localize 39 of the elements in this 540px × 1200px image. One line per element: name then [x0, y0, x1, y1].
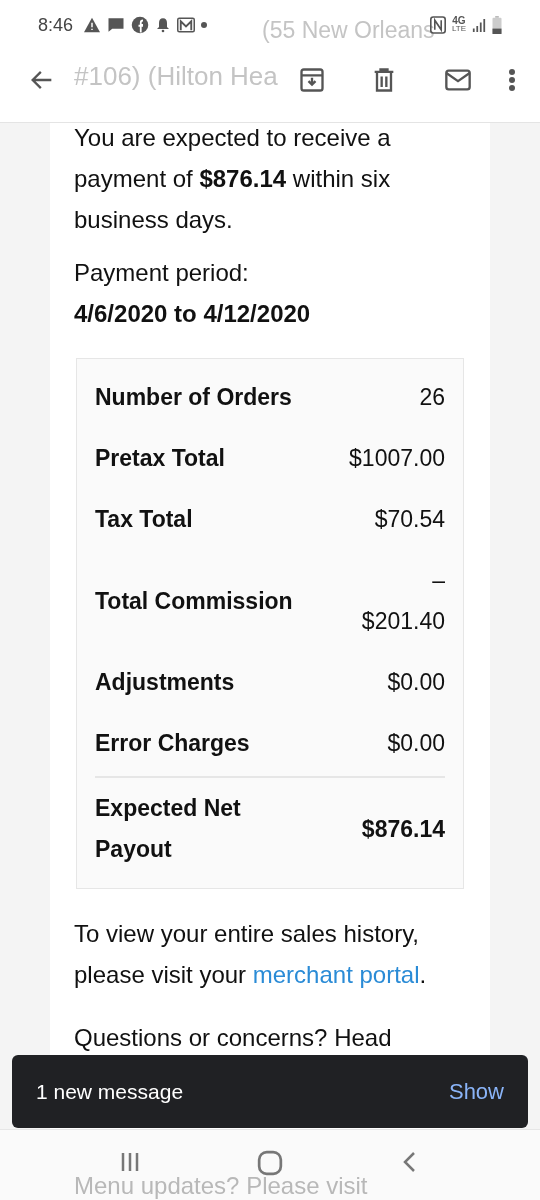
- row-value: $1007.00: [349, 444, 445, 473]
- row-value: $0.00: [387, 668, 445, 697]
- battery-icon: [492, 16, 502, 34]
- email-text: Menu updates? Please visit: [74, 1172, 368, 1200]
- row-value: – $201.40: [361, 566, 445, 636]
- row-label: Error Charges: [95, 729, 250, 758]
- row-label: Expected Net Payout: [95, 794, 242, 864]
- email-text: To view your entire sales history, please visit your merchant portal.: [74, 919, 428, 990]
- row-label: Pretax Total: [95, 444, 225, 473]
- more-options-icon[interactable]: [508, 68, 516, 92]
- row-value: 26: [419, 383, 445, 412]
- email-subject: #106) (Hilton Hea: [74, 60, 278, 93]
- show-button[interactable]: Show: [448, 1074, 504, 1109]
- row-value: $876.14: [361, 814, 445, 844]
- network-subtype: LTE: [451, 25, 466, 33]
- row-label: Tax Total: [95, 505, 193, 534]
- row-label: Number of Orders: [95, 383, 292, 412]
- row-value: $70.54: [374, 505, 445, 534]
- row-label: Adjustments: [95, 668, 235, 697]
- f-circle-icon: [131, 16, 150, 34]
- signal-icon: [472, 18, 486, 32]
- warning-icon: [83, 17, 102, 33]
- chat-bubble-icon: [107, 16, 126, 34]
- home-icon[interactable]: [257, 1150, 283, 1176]
- payment-period: 4/6/2020 to 4/12/2020: [74, 299, 312, 329]
- email-text: You are expected to receive a payment of $876.14 within six business days.: [74, 123, 392, 235]
- email-text: Questions or concerns? Head: [74, 1023, 393, 1053]
- snackbar-message: 1 new message: [36, 1079, 184, 1104]
- mail-icon: [177, 17, 196, 33]
- email-text: Payment period:: [74, 258, 250, 288]
- dot-icon: [201, 22, 208, 28]
- clock: 8:46: [38, 14, 74, 36]
- network-type: 4G: [452, 17, 466, 25]
- bell-icon: [155, 16, 172, 34]
- archive-icon[interactable]: [298, 66, 326, 94]
- email-subject: (55 New Orleans: [262, 16, 435, 45]
- row-label: Total Commission: [95, 586, 293, 616]
- merchant-portal-link[interactable]: merchant portal: [252, 961, 420, 988]
- row-value: $0.00: [387, 729, 445, 758]
